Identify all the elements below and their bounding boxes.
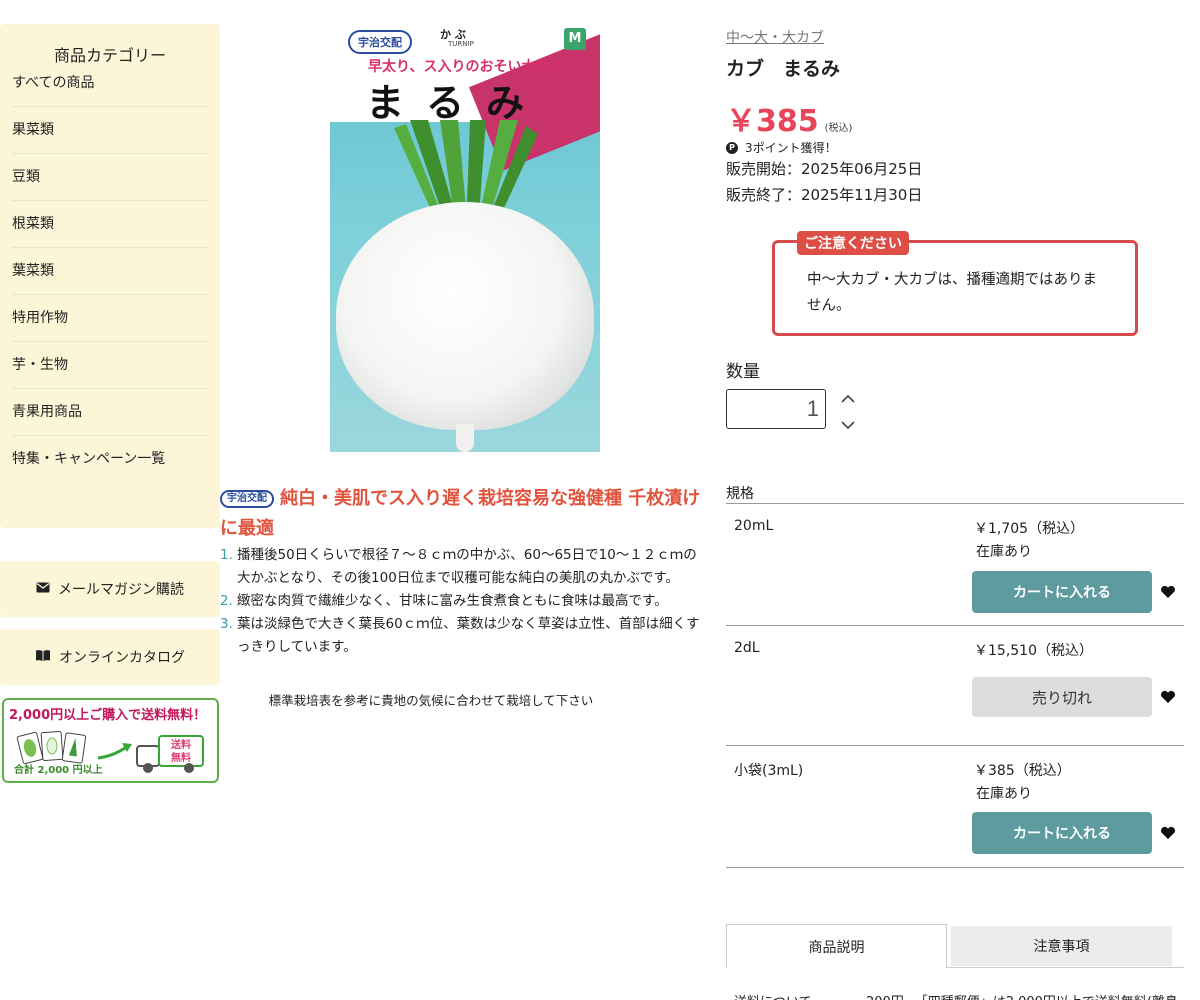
- feature-list: 1. 播種後50日くらいで根径７～８ｃｍの中かぶ、60～65日で10～１２ｃｍの大…: [220, 544, 708, 659]
- points-row: P 3ポイント獲得！: [726, 139, 837, 156]
- book-open-icon: [35, 649, 51, 666]
- feature-item: 3. 葉は淡緑色で大きく葉長60ｃｍ位、葉数は少なく草姿は立性、首部は細くすっきり…: [220, 613, 708, 659]
- sale-start-date: 販売開始：2025年06月25日: [726, 160, 923, 178]
- sidebar-item-campaigns[interactable]: 特集・キャンペーン一覧: [12, 436, 208, 483]
- chevron-up-icon[interactable]: [840, 392, 856, 406]
- feature-number: 2.: [220, 593, 233, 609]
- add-to-cart-button[interactable]: カートに入れる: [972, 812, 1152, 854]
- variant-price: ￥15,510（税込）: [974, 643, 1093, 659]
- envelope-icon: [36, 582, 50, 597]
- price-row: ￥385 (税込): [726, 96, 852, 140]
- online-catalog-button[interactable]: オンラインカタログ: [0, 629, 220, 685]
- free-shipping-amount: 2,000: [9, 708, 51, 723]
- packet-maker-logo: M: [564, 28, 586, 50]
- sidebar-item-leaf-vegetables[interactable]: 葉菜類: [12, 248, 208, 295]
- heart-icon[interactable]: [1160, 585, 1176, 599]
- variant-stock: 在庫あり: [976, 786, 1032, 802]
- quantity-input[interactable]: [726, 389, 826, 429]
- points-icon: P: [726, 141, 738, 154]
- description-heading-text: 純白・美肌でス入り遅く栽培容易な強健種 千枚漬けに最適: [220, 488, 701, 539]
- variant-stock: 在庫あり: [976, 544, 1032, 560]
- heart-icon[interactable]: [1160, 826, 1176, 840]
- heart-icon[interactable]: [1160, 690, 1176, 704]
- feature-item: 2. 緻密な肉質で繊維少なく、甘味に富み生食煮食ともに食味は最高です。: [220, 590, 708, 613]
- newsletter-button[interactable]: メールマガジン購読: [0, 561, 220, 617]
- quantity-label: 数量: [726, 362, 760, 382]
- product-price: ￥385: [726, 104, 819, 139]
- free-shipping-headline: 2,000円以上ご購入で送料無料！: [9, 704, 217, 723]
- spec-header: 規格: [726, 483, 1184, 504]
- variant-price: ￥385（税込）: [974, 763, 1071, 779]
- variant-name: 小袋(3mL): [734, 763, 804, 779]
- feature-text: 葉は淡緑色で大きく葉長60ｃｍ位、葉数は少なく草姿は立性、首部は細くすっきりして…: [237, 616, 700, 655]
- description-heading: 宇治交配 純白・美肌でス入り遅く栽培容易な強健種 千枚漬けに最適: [220, 484, 708, 544]
- chevron-down-icon[interactable]: [840, 418, 856, 432]
- add-to-cart-button[interactable]: カートに入れる: [972, 571, 1152, 613]
- tab-notes[interactable]: 注意事項: [951, 926, 1172, 966]
- variant-price: ￥1,705（税込）: [974, 521, 1085, 537]
- sidebar-item-all[interactable]: すべての商品: [12, 60, 208, 107]
- sidebar-item-market-produce[interactable]: 青果用商品: [12, 389, 208, 436]
- points-text: 3ポイント獲得！: [745, 141, 837, 155]
- feature-number: 1.: [220, 547, 233, 563]
- feature-item: 1. 播種後50日くらいで根径７～８ｃｍの中かぶ、60～65日で10～１２ｃｍの大…: [220, 544, 708, 590]
- sidebar-item-beans[interactable]: 豆類: [12, 154, 208, 201]
- online-catalog-label: オンラインカタログ: [59, 650, 185, 666]
- variant-name: 2dL: [734, 640, 760, 656]
- caution-notice: ご注意ください 中〜大カブ・大カブは、播種適期ではありません。: [772, 231, 1138, 336]
- sale-end-date: 販売終了：2025年11月30日: [726, 186, 923, 204]
- turnip-root: [456, 424, 474, 452]
- tab-divider: [947, 967, 1184, 968]
- category-link[interactable]: 中〜大・大カブ: [726, 27, 824, 47]
- sidebar-item-tubers[interactable]: 芋・生物: [12, 342, 208, 389]
- svg-text:送料: 送料: [170, 738, 191, 751]
- feature-number: 3.: [220, 616, 233, 632]
- tax-label: (税込): [824, 123, 853, 134]
- caution-tag: ご注意ください: [797, 231, 909, 255]
- feature-text: 播種後50日くらいで根径７～８ｃｍの中かぶ、60～65日で10～１２ｃｍの大かぶ…: [237, 547, 697, 586]
- sold-out-button[interactable]: 売り切れ: [972, 677, 1152, 717]
- truck-icon: 送料 無料: [136, 735, 204, 773]
- product-image[interactable]: 宇治交配 か ぶ TURNIP M 早太り、ス入りのおそい大かぶ まるみ: [330, 24, 600, 452]
- variant-row: 20mL ￥1,705（税込） 在庫あり カートに入れる: [726, 504, 1184, 626]
- variant-name: 20mL: [734, 518, 774, 534]
- arrow-right-icon: [97, 743, 132, 760]
- packet-turnip-label: TURNIP: [448, 40, 474, 48]
- feature-text: 緻密な肉質で繊維少なく、甘味に富み生食煮食ともに食味は最高です。: [237, 593, 668, 609]
- caution-text: 中〜大カブ・大カブは、播種適期ではありません。: [807, 272, 1097, 314]
- free-shipping-banner[interactable]: 2,000円以上ご購入で送料無料！ 送料 無料 合計 2,000 円以上: [2, 698, 219, 783]
- variant-row: 2dL ￥15,510（税込） 売り切れ: [726, 626, 1184, 746]
- packet-brand-badge: 宇治交配: [348, 30, 412, 54]
- description-brand-badge: 宇治交配: [220, 490, 274, 508]
- svg-text:無料: 無料: [171, 751, 191, 764]
- sidebar-item-root-vegetables[interactable]: 根菜類: [12, 201, 208, 248]
- tab-product-description[interactable]: 商品説明: [726, 924, 947, 968]
- category-list: すべての商品 果菜類 豆類 根菜類 葉菜類 特用作物 芋・生物 青果用商品 特集…: [0, 60, 220, 483]
- sidebar-item-special-crops[interactable]: 特用作物: [12, 295, 208, 342]
- category-sidebar: 商品カテゴリー すべての商品 果菜類 豆類 根菜類 葉菜類 特用作物 芋・生物 …: [0, 24, 220, 528]
- cultivation-note: 標準栽培表を参考に貴地の気候に合わせて栽培して下さい: [268, 693, 594, 708]
- newsletter-label: メールマガジン購読: [58, 582, 184, 598]
- shipping-info-value: 200円~「四種郵便」は2,000円以上で送料無料(離島: [866, 991, 1184, 1000]
- sidebar-item-fruit-vegetables[interactable]: 果菜類: [12, 107, 208, 154]
- variant-row: 小袋(3mL) ￥385（税込） 在庫あり カートに入れる: [726, 746, 1184, 868]
- free-shipping-headline-text: 円以上ご購入で送料無料！: [50, 708, 207, 723]
- packet-variety-name: まるみ: [366, 80, 547, 125]
- product-title: カブ まるみ: [726, 58, 841, 80]
- shipping-info-label: 送料について: [734, 991, 812, 1000]
- turnip-illustration: [336, 202, 594, 430]
- free-shipping-subtext: 合計 2,000 円以上: [14, 765, 103, 776]
